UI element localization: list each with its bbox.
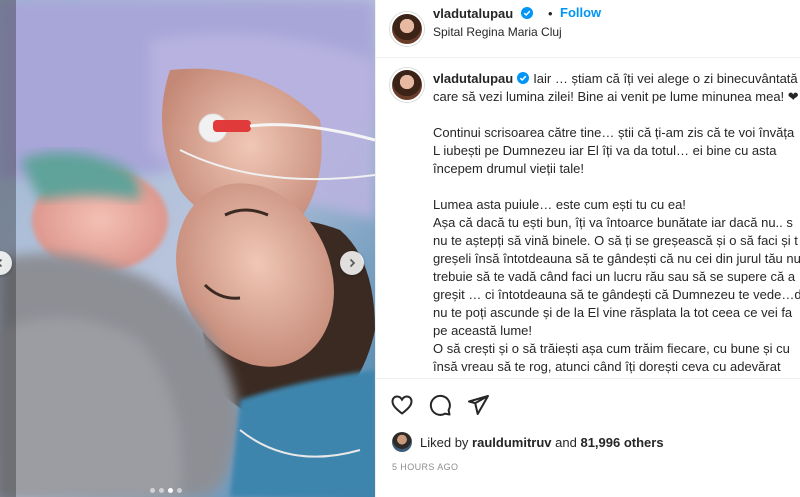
liker-username[interactable]: rauldumitruv — [472, 435, 551, 450]
carousel-next-button[interactable] — [340, 251, 364, 275]
caption-area: vladutalupau Iair … știam că îți vei aleg… — [376, 58, 800, 376]
chevron-right-icon — [349, 258, 356, 268]
chevron-left-icon — [0, 258, 3, 268]
carousel-dot — [159, 488, 164, 493]
heart-icon[interactable] — [390, 393, 414, 417]
post-header: vladutalupau • Follow Spital Regina Mari… — [376, 0, 800, 58]
carousel-indicator — [150, 488, 182, 493]
caption-body: Iair … știam că îți vei alege o zi binec… — [433, 71, 800, 374]
author-avatar[interactable] — [390, 12, 424, 46]
author-username[interactable]: vladutalupau — [433, 6, 533, 21]
author-username-text[interactable]: vladutalupau — [433, 6, 513, 21]
carousel-dot-active — [168, 488, 173, 493]
verified-badge-icon — [520, 7, 533, 19]
follow-button[interactable]: Follow — [560, 5, 601, 20]
likes-count[interactable]: 81,996 others — [580, 435, 663, 450]
caption-avatar[interactable] — [390, 68, 424, 102]
share-icon[interactable] — [466, 393, 490, 417]
post-location[interactable]: Spital Regina Maria Cluj — [433, 25, 562, 39]
likes-middle: and — [555, 434, 577, 450]
post-side-panel: vladutalupau • Follow Spital Regina Mari… — [375, 0, 800, 497]
comment-icon[interactable] — [428, 393, 452, 417]
separator-bullet: • — [548, 6, 553, 21]
post-media[interactable] — [0, 0, 375, 497]
post-timestamp[interactable]: 5 HOURS AGO — [392, 462, 458, 472]
liker-avatar[interactable] — [392, 432, 412, 452]
likes-prefix: Liked by — [420, 434, 469, 450]
verified-badge-icon — [517, 72, 530, 84]
action-bar — [376, 378, 800, 428]
caption-username[interactable]: vladutalupau — [433, 71, 513, 86]
likes-summary[interactable]: Liked by rauldumitruv and 81,996 others — [392, 430, 664, 454]
carousel-dot — [150, 488, 155, 493]
caption-text: vladutalupau Iair … știam că îți vei aleg… — [433, 70, 800, 376]
post-photo — [0, 0, 375, 497]
carousel-dot — [177, 488, 182, 493]
